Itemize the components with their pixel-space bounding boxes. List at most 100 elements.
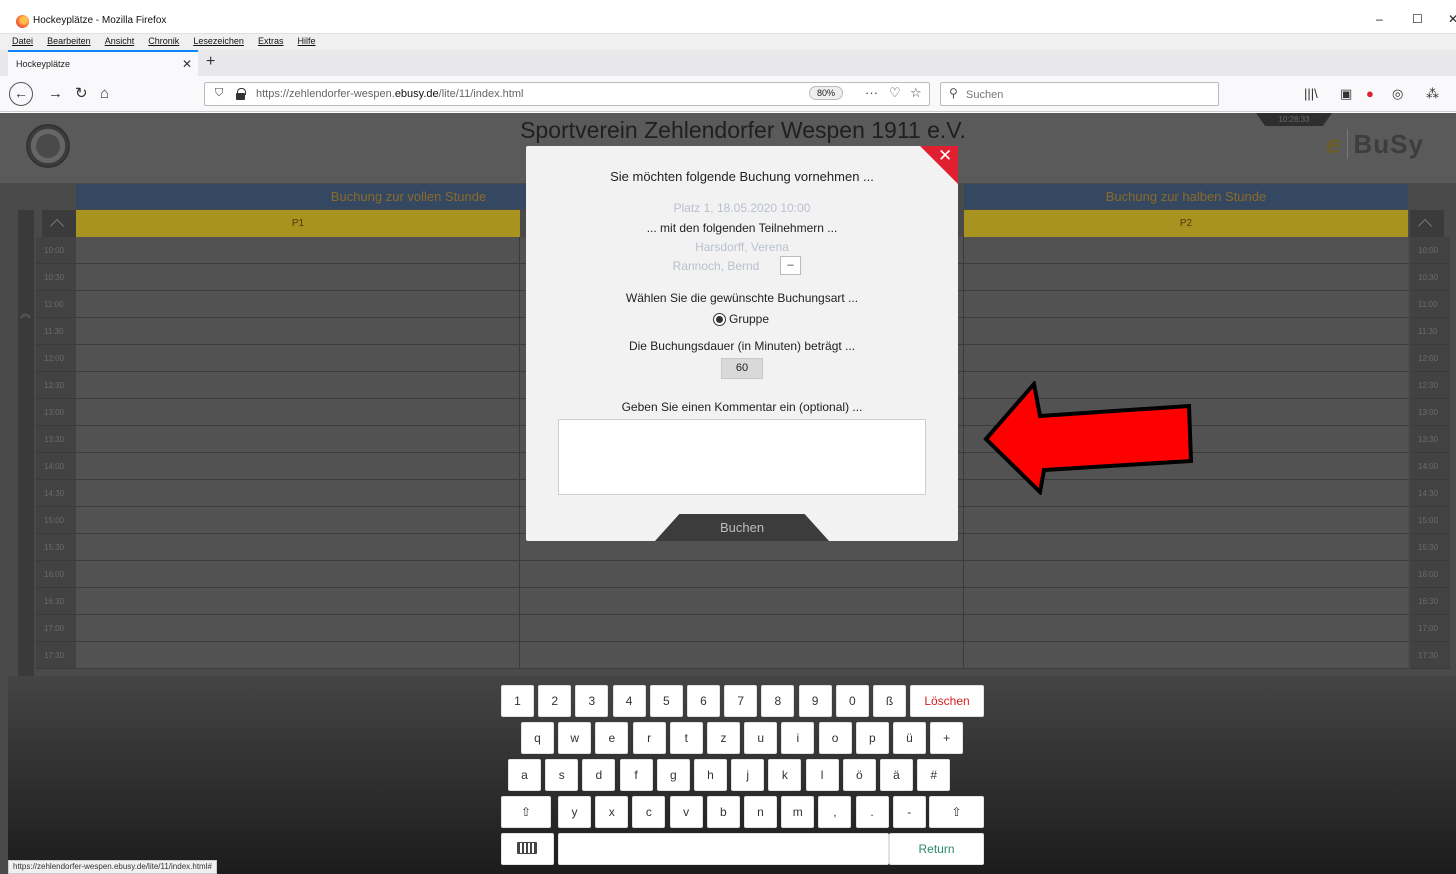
key-row3-8[interactable]: l: [805, 759, 839, 791]
return-key[interactable]: Return: [889, 833, 984, 865]
scroll-up-left-button[interactable]: [42, 210, 76, 237]
radio-gruppe[interactable]: [713, 313, 726, 326]
menu-chronik[interactable]: Chronik: [148, 36, 179, 46]
key-row2-4[interactable]: t: [669, 722, 703, 754]
key-row3-11[interactable]: #: [917, 759, 951, 791]
key-row4-2[interactable]: c: [632, 796, 666, 828]
key-row3-5[interactable]: h: [694, 759, 727, 791]
key-row2-1[interactable]: w: [558, 722, 592, 754]
time-label: 17:00: [1410, 615, 1450, 642]
tab-close-icon[interactable]: ✕: [182, 57, 192, 71]
key-row4-1[interactable]: x: [595, 796, 629, 828]
key-row3-10[interactable]: ä: [880, 759, 913, 791]
menu-ansicht[interactable]: Ansicht: [105, 36, 135, 46]
url-text[interactable]: https://zehlendorfer-wespen.ebusy.de/lit…: [256, 88, 523, 100]
table-row[interactable]: [76, 588, 1408, 615]
key-row2-9[interactable]: p: [855, 722, 889, 754]
scroll-up-right-button[interactable]: [1410, 210, 1444, 237]
key-row4-3[interactable]: v: [669, 796, 703, 828]
key-row2-6[interactable]: u: [744, 722, 778, 754]
minimize-icon[interactable]: –: [1376, 12, 1383, 26]
status-bar: https://zehlendorfer-wespen.ebusy.de/lit…: [8, 860, 217, 874]
key-row3-9[interactable]: ö: [842, 759, 876, 791]
pocket-icon[interactable]: ♡: [889, 85, 901, 101]
menu-datei[interactable]: Datei: [12, 36, 33, 46]
key-9[interactable]: 0: [835, 685, 869, 717]
key-row4-8[interactable]: .: [855, 796, 889, 828]
space-key[interactable]: [558, 833, 889, 865]
key-row3-3[interactable]: f: [619, 759, 653, 791]
key-row2-3[interactable]: r: [632, 722, 666, 754]
home-icon[interactable]: ⌂: [100, 85, 109, 103]
dialog-title: Sie möchten folgende Buchung vornehmen .…: [610, 169, 874, 184]
book-button[interactable]: Buchen: [655, 514, 829, 541]
key-row2-11[interactable]: +: [930, 722, 964, 754]
key-row3-1[interactable]: s: [545, 759, 579, 791]
key-5[interactable]: 6: [687, 685, 720, 717]
reload-icon[interactable]: ↻: [75, 85, 88, 103]
key-row3-0[interactable]: a: [508, 759, 541, 791]
forward-icon[interactable]: →: [48, 85, 63, 103]
delete-key[interactable]: Löschen: [910, 685, 984, 717]
sidebar-icon[interactable]: ▣: [1340, 86, 1352, 102]
account-icon[interactable]: ◎: [1392, 86, 1403, 102]
key-row4-7[interactable]: ,: [818, 796, 852, 828]
comment-input[interactable]: [558, 419, 926, 495]
search-bar[interactable]: ⚲ Suchen: [940, 82, 1219, 106]
key-10[interactable]: ß: [873, 685, 906, 717]
booking-info: Platz 1, 18.05.2020 10:00: [673, 201, 811, 215]
tab-hockeyplaetze[interactable]: Hockeyplätze ✕: [8, 50, 198, 76]
key-row3-2[interactable]: d: [582, 759, 616, 791]
key-1[interactable]: 2: [538, 685, 572, 717]
lock-icon[interactable]: [236, 88, 246, 100]
key-row3-4[interactable]: g: [656, 759, 690, 791]
new-tab-icon[interactable]: +: [206, 53, 215, 71]
key-row4-9[interactable]: -: [892, 796, 926, 828]
url-bar[interactable]: ⛉ https://zehlendorfer-wespen.ebusy.de/l…: [204, 82, 930, 106]
bookmark-star-icon[interactable]: ☆: [910, 85, 922, 101]
key-8[interactable]: 9: [798, 685, 832, 717]
shift-left-key[interactable]: ⇧: [501, 796, 551, 828]
menu-extras[interactable]: Extras: [258, 36, 284, 46]
adblock-icon[interactable]: ●: [1366, 86, 1374, 101]
menu-hilfe[interactable]: Hilfe: [298, 36, 316, 46]
key-0[interactable]: 1: [501, 685, 534, 717]
key-row3-7[interactable]: k: [768, 759, 802, 791]
key-row2-8[interactable]: o: [818, 722, 852, 754]
key-row4-4[interactable]: b: [706, 796, 740, 828]
court-p1: P1: [76, 210, 520, 237]
clock-display: 10:28:33: [1256, 113, 1332, 126]
key-3[interactable]: 4: [612, 685, 646, 717]
remove-participant-button[interactable]: –: [780, 256, 801, 275]
key-2[interactable]: 3: [575, 685, 609, 717]
key-row4-5[interactable]: n: [744, 796, 777, 828]
key-row4-6[interactable]: m: [781, 796, 815, 828]
key-row2-5[interactable]: z: [707, 722, 740, 754]
shift-right-key[interactable]: ⇧: [929, 796, 984, 828]
key-row2-2[interactable]: e: [595, 722, 629, 754]
table-row[interactable]: [76, 615, 1408, 642]
key-row3-6[interactable]: j: [731, 759, 765, 791]
menu-bearbeiten[interactable]: Bearbeiten: [47, 36, 91, 46]
page-actions-icon[interactable]: ···: [865, 85, 878, 100]
back-icon[interactable]: ←: [9, 82, 33, 106]
key-row4-0[interactable]: y: [558, 796, 591, 828]
maximize-icon[interactable]: ☐: [1412, 12, 1423, 26]
extensions-icon[interactable]: ⁂: [1426, 86, 1439, 102]
table-row[interactable]: [76, 561, 1408, 588]
time-label: 16:30: [36, 588, 76, 615]
duration-label: Die Buchungsdauer (in Minuten) beträgt .…: [628, 339, 856, 353]
close-window-icon[interactable]: ✕: [1448, 12, 1456, 26]
table-row[interactable]: [76, 642, 1408, 669]
key-4[interactable]: 5: [649, 685, 683, 717]
library-icon[interactable]: |||\: [1304, 86, 1318, 101]
key-6[interactable]: 7: [724, 685, 758, 717]
key-row2-0[interactable]: q: [521, 722, 554, 754]
key-row2-7[interactable]: i: [781, 722, 815, 754]
duration-value[interactable]: 60: [721, 358, 763, 379]
key-row2-10[interactable]: ü: [893, 722, 926, 754]
menu-lesezeichen[interactable]: Lesezeichen: [193, 36, 244, 46]
key-7[interactable]: 8: [761, 685, 795, 717]
zoom-level[interactable]: 80%: [809, 86, 844, 100]
radio-gruppe-label[interactable]: Gruppe: [729, 312, 769, 326]
